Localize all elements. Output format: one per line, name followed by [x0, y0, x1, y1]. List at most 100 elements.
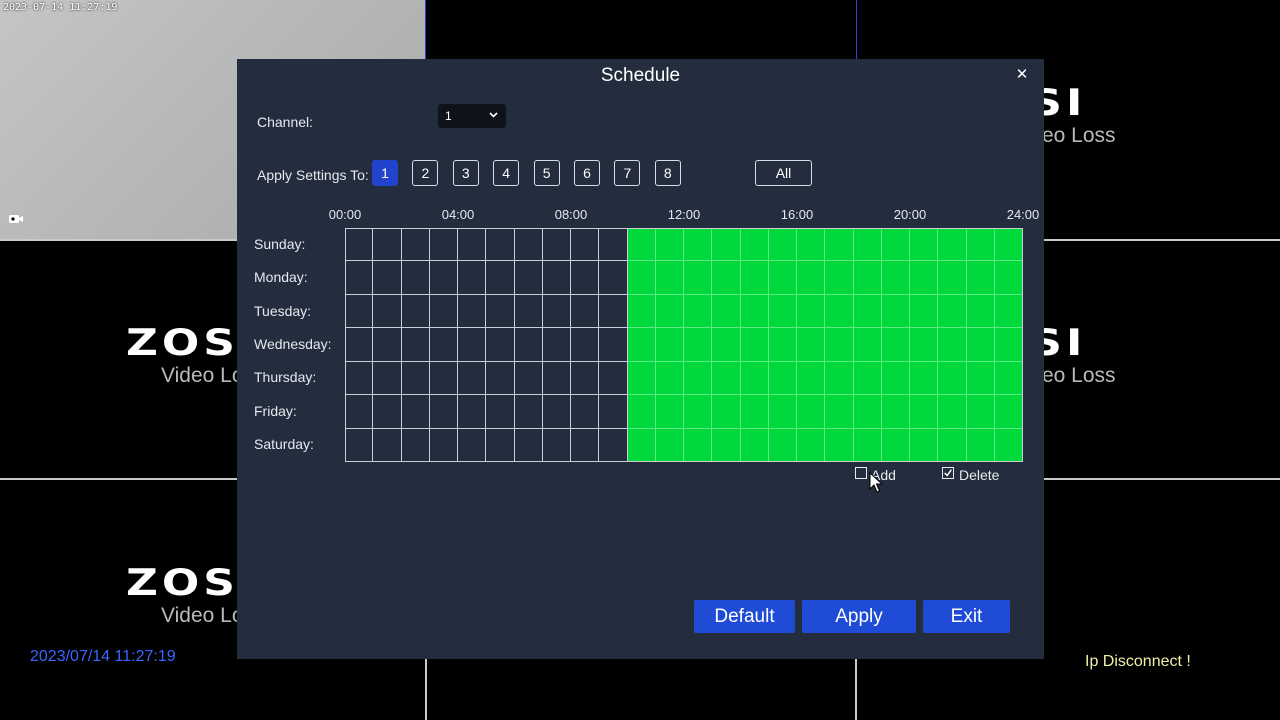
schedule-cell[interactable]: [910, 361, 939, 396]
schedule-cell[interactable]: [825, 228, 854, 262]
schedule-cell[interactable]: [401, 294, 430, 329]
schedule-cell[interactable]: [825, 261, 854, 295]
schedule-cell[interactable]: [345, 395, 374, 429]
schedule-cell[interactable]: [994, 395, 1023, 429]
schedule-cell[interactable]: [458, 395, 487, 429]
schedule-cell[interactable]: [938, 294, 967, 329]
schedule-cell[interactable]: [881, 428, 910, 462]
schedule-cell[interactable]: [740, 428, 769, 462]
schedule-cell[interactable]: [684, 361, 713, 396]
schedule-cell[interactable]: [571, 361, 600, 396]
schedule-cell[interactable]: [401, 261, 430, 295]
schedule-cell[interactable]: [627, 361, 656, 396]
schedule-cell[interactable]: [429, 328, 458, 362]
schedule-cell[interactable]: [599, 261, 628, 295]
schedule-cell[interactable]: [429, 361, 458, 396]
schedule-cell[interactable]: [571, 294, 600, 329]
schedule-cell[interactable]: [458, 361, 487, 396]
schedule-cell[interactable]: [542, 228, 571, 262]
schedule-cell[interactable]: [712, 428, 741, 462]
schedule-cell[interactable]: [627, 228, 656, 262]
schedule-cell[interactable]: [401, 395, 430, 429]
schedule-cell[interactable]: [514, 428, 543, 462]
schedule-cell[interactable]: [345, 228, 374, 262]
delete-checkbox[interactable]: [942, 467, 954, 479]
schedule-cell[interactable]: [938, 261, 967, 295]
schedule-cell[interactable]: [684, 428, 713, 462]
schedule-cell[interactable]: [345, 328, 374, 362]
schedule-cell[interactable]: [486, 228, 515, 262]
schedule-cell[interactable]: [797, 328, 826, 362]
schedule-cell[interactable]: [797, 361, 826, 396]
schedule-cell[interactable]: [938, 228, 967, 262]
schedule-cell[interactable]: [825, 294, 854, 329]
schedule-cell[interactable]: [910, 294, 939, 329]
apply-channel-4-button[interactable]: 4: [493, 160, 520, 186]
schedule-cell[interactable]: [542, 428, 571, 462]
schedule-cell[interactable]: [740, 395, 769, 429]
schedule-cell[interactable]: [740, 228, 769, 262]
schedule-cell[interactable]: [712, 328, 741, 362]
schedule-cell[interactable]: [740, 361, 769, 396]
schedule-cell[interactable]: [458, 294, 487, 329]
schedule-cell[interactable]: [853, 228, 882, 262]
schedule-cell[interactable]: [938, 328, 967, 362]
schedule-cell[interactable]: [655, 361, 684, 396]
schedule-cell[interactable]: [994, 428, 1023, 462]
apply-channel-8-button[interactable]: 8: [654, 160, 681, 186]
schedule-cell[interactable]: [542, 395, 571, 429]
schedule-cell[interactable]: [373, 261, 402, 295]
schedule-cell[interactable]: [542, 294, 571, 329]
schedule-cell[interactable]: [825, 361, 854, 396]
schedule-cell[interactable]: [373, 294, 402, 329]
schedule-cell[interactable]: [486, 328, 515, 362]
schedule-cell[interactable]: [768, 361, 797, 396]
schedule-cell[interactable]: [881, 328, 910, 362]
schedule-cell[interactable]: [881, 361, 910, 396]
schedule-cell[interactable]: [966, 395, 995, 429]
apply-channel-1-button[interactable]: 1: [372, 160, 398, 186]
schedule-cell[interactable]: [797, 261, 826, 295]
schedule-cell[interactable]: [797, 228, 826, 262]
schedule-cell[interactable]: [853, 294, 882, 329]
schedule-cell[interactable]: [853, 328, 882, 362]
schedule-cell[interactable]: [571, 228, 600, 262]
close-icon[interactable]: ✕: [1014, 66, 1030, 84]
schedule-cell[interactable]: [853, 261, 882, 295]
schedule-cell[interactable]: [768, 228, 797, 262]
schedule-cell[interactable]: [401, 328, 430, 362]
schedule-cell[interactable]: [345, 294, 374, 329]
schedule-cell[interactable]: [458, 328, 487, 362]
schedule-cell[interactable]: [373, 428, 402, 462]
schedule-cell[interactable]: [684, 294, 713, 329]
schedule-cell[interactable]: [486, 261, 515, 295]
schedule-cell[interactable]: [571, 261, 600, 295]
schedule-cell[interactable]: [599, 294, 628, 329]
schedule-cell[interactable]: [655, 294, 684, 329]
schedule-cell[interactable]: [881, 261, 910, 295]
schedule-cell[interactable]: [627, 328, 656, 362]
apply-all-button[interactable]: All: [755, 160, 812, 186]
schedule-cell[interactable]: [542, 361, 571, 396]
schedule-cell[interactable]: [966, 328, 995, 362]
schedule-cell[interactable]: [768, 395, 797, 429]
schedule-cell[interactable]: [797, 395, 826, 429]
schedule-cell[interactable]: [684, 328, 713, 362]
apply-channel-6-button[interactable]: 6: [574, 160, 600, 186]
schedule-cell[interactable]: [853, 361, 882, 396]
schedule-cell[interactable]: [429, 395, 458, 429]
schedule-cell[interactable]: [938, 361, 967, 396]
default-button[interactable]: Default: [694, 600, 795, 633]
schedule-cell[interactable]: [797, 428, 826, 462]
schedule-cell[interactable]: [740, 261, 769, 295]
schedule-cell[interactable]: [627, 294, 656, 329]
schedule-cell[interactable]: [966, 261, 995, 295]
schedule-cell[interactable]: [373, 328, 402, 362]
schedule-cell[interactable]: [655, 228, 684, 262]
channel-select[interactable]: 1: [438, 104, 506, 128]
schedule-cell[interactable]: [768, 294, 797, 329]
schedule-cell[interactable]: [514, 395, 543, 429]
schedule-cell[interactable]: [881, 395, 910, 429]
schedule-cell[interactable]: [486, 294, 515, 329]
schedule-grid[interactable]: [345, 228, 1023, 462]
